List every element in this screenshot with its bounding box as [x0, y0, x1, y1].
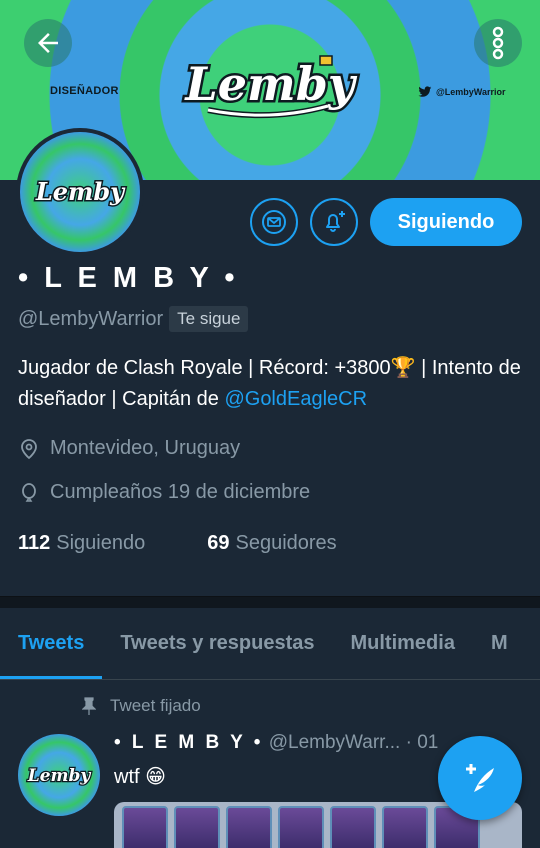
- tab-tweets[interactable]: Tweets: [0, 608, 103, 679]
- svg-text:Lemby: Lemby: [35, 177, 126, 206]
- tweet-text: wtf 😁: [114, 766, 166, 788]
- followers-count: 69: [207, 532, 230, 554]
- media-card: [382, 806, 428, 848]
- section-divider: [0, 596, 540, 608]
- tweet-avatar[interactable]: Lemby: [18, 734, 100, 816]
- profile-avatar[interactable]: Lemby: [16, 128, 144, 256]
- tweet-time: 01: [417, 732, 439, 753]
- profile-bio: Jugador de Clash Royale | Récord: +3800🏆…: [18, 353, 528, 415]
- bell-plus-icon: [326, 211, 345, 232]
- media-card: [174, 806, 220, 848]
- media-card: [226, 806, 272, 848]
- tab-tweets-replies[interactable]: Tweets y respuestas: [102, 608, 332, 679]
- banner-designer-label: DISEÑADOR: [50, 85, 119, 97]
- arrow-left-icon: [38, 33, 58, 53]
- bio-mention-link[interactable]: @GoldEagleCR: [224, 388, 367, 410]
- tweet-author-handle: @LembyWarr...: [268, 732, 401, 753]
- following-button[interactable]: Siguiendo: [370, 198, 522, 246]
- media-card: [122, 806, 168, 848]
- birthday-row: Cumpleaños 19 de diciembre: [18, 481, 310, 504]
- birthday-text: Cumpleaños 19 de diciembre: [50, 481, 311, 503]
- pinned-label: Tweet fijado: [82, 696, 201, 716]
- balloon-icon: [22, 482, 36, 502]
- tweet-separator: ·: [400, 732, 418, 753]
- svg-text:Lemby: Lemby: [27, 766, 92, 786]
- following-label: Siguiendo: [56, 532, 146, 554]
- follows-you-badge: Te sigue: [169, 306, 249, 332]
- more-options-button[interactable]: [474, 19, 522, 67]
- follow-stats: 112 Siguiendo 69 Seguidores: [18, 532, 337, 555]
- location-pin-icon: [21, 438, 37, 459]
- display-name: • L E M B Y •: [18, 262, 239, 294]
- pinned-text: Tweet fijado: [110, 696, 201, 715]
- banner-handle-text: @LembyWarrior: [436, 87, 506, 97]
- bio-text-1: Jugador de Clash Royale | Récord: +3800: [18, 357, 391, 379]
- more-vertical-icon: [492, 26, 504, 60]
- compose-feather-icon: [466, 764, 494, 792]
- location-text: Montevideo, Uruguay: [50, 437, 241, 459]
- tweet-author-name[interactable]: • L E M B Y •: [114, 732, 263, 753]
- twitter-bird-icon: [418, 86, 432, 97]
- pin-icon: [82, 697, 96, 715]
- media-card: [330, 806, 376, 848]
- avatar-image: Lemby: [20, 132, 140, 252]
- banner-twitter-handle: @LembyWarrior: [418, 86, 505, 98]
- compose-tweet-button[interactable]: [438, 736, 522, 820]
- followers-label: Seguidores: [235, 532, 337, 554]
- tab-likes-partial[interactable]: M: [473, 608, 526, 679]
- banner-logo: Lemby: [181, 55, 360, 119]
- media-card: [278, 806, 324, 848]
- followers-stat[interactable]: 69 Seguidores: [207, 532, 336, 555]
- profile-handle: @LembyWarrior: [18, 307, 164, 330]
- back-button[interactable]: [24, 19, 72, 67]
- tab-media[interactable]: Multimedia: [333, 608, 473, 679]
- notifications-button[interactable]: [310, 198, 358, 246]
- following-stat[interactable]: 112 Siguiendo: [18, 532, 145, 555]
- profile-tabs: Tweets Tweets y respuestas Multimedia M: [0, 608, 540, 680]
- envelope-icon: [262, 210, 286, 234]
- location-row: Montevideo, Uruguay: [18, 437, 240, 460]
- following-count: 112: [18, 532, 51, 554]
- trophy-icon: 🏆: [390, 357, 416, 379]
- message-button[interactable]: [250, 198, 298, 246]
- handle-row: @LembyWarrior Te sigue: [18, 306, 249, 332]
